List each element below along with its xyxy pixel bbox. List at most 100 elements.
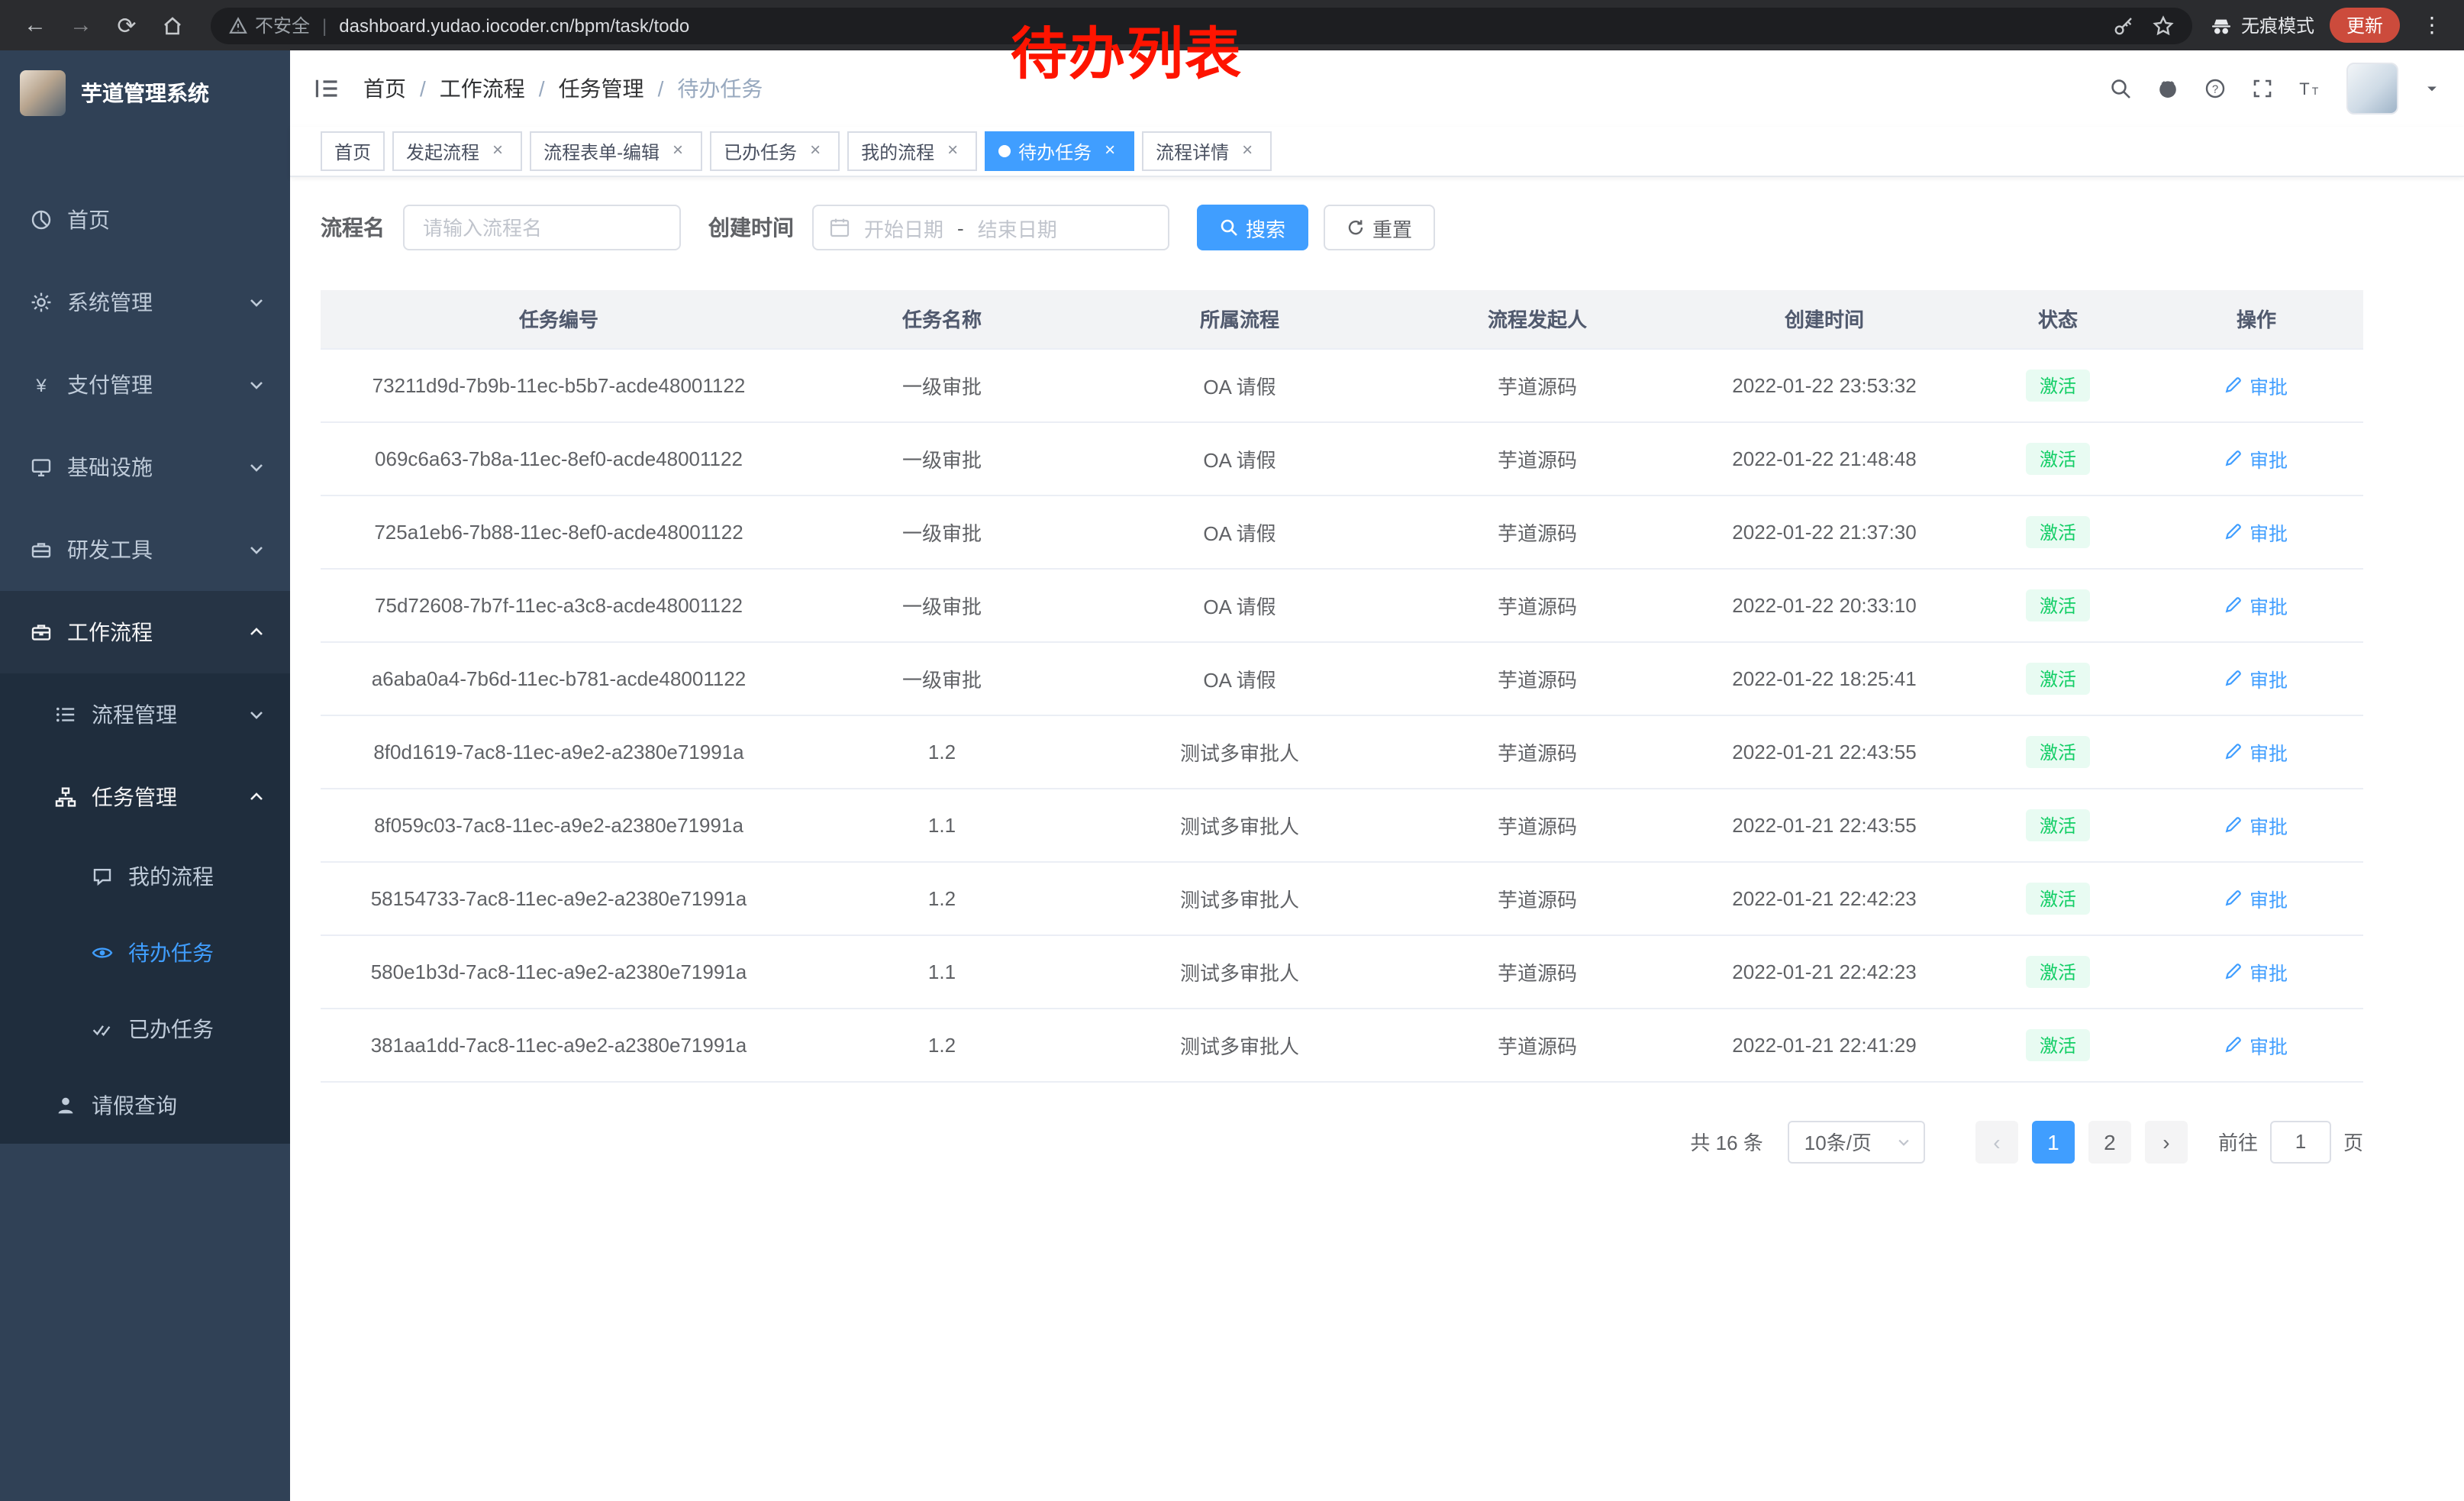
close-icon[interactable]: × — [942, 140, 963, 162]
sidebar-item-todo-tasks[interactable]: 待办任务 — [0, 915, 290, 991]
edit-pen-icon — [2225, 962, 2243, 980]
goto-page-input[interactable] — [2270, 1120, 2331, 1163]
tab-start-process[interactable]: 发起流程× — [392, 131, 522, 171]
font-size-icon[interactable]: TT — [2299, 78, 2320, 99]
approve-link[interactable]: 审批 — [2225, 957, 2288, 986]
task-name-cell: 一级审批 — [797, 641, 1087, 715]
breadcrumb-item[interactable]: 工作流程 — [440, 73, 525, 104]
reload-icon[interactable]: ⟳ — [107, 5, 147, 45]
svg-text:?: ? — [2212, 82, 2218, 95]
prev-page-button[interactable]: ‹ — [1975, 1120, 2018, 1163]
sidebar: 芋道管理系统 首页 系统管理 ¥ 支付管理 — [0, 50, 290, 1501]
created-cell: 2022-01-22 23:53:32 — [1682, 348, 1966, 421]
help-icon[interactable]: ? — [2204, 78, 2226, 99]
svg-text:T: T — [2299, 79, 2309, 98]
actions-cell: 审批 — [2150, 641, 2363, 715]
task-name-cell: 1.1 — [797, 934, 1087, 1008]
breadcrumb-item[interactable]: 任务管理 — [559, 73, 644, 104]
avatar-caret-down-icon[interactable] — [2424, 81, 2440, 96]
table-row: 58154733-7ac8-11ec-a9e2-a2380e71991a 1.2… — [321, 861, 2363, 934]
tab-done-tasks[interactable]: 已办任务× — [710, 131, 840, 171]
status-cell: 激活 — [1966, 641, 2150, 715]
sidebar-item-system[interactable]: 系统管理 — [0, 261, 290, 344]
tab-my-processes[interactable]: 我的流程× — [847, 131, 977, 171]
approve-link[interactable]: 审批 — [2225, 810, 2288, 839]
task-id-cell: 8f0d1619-7ac8-11ec-a9e2-a2380e71991a — [321, 715, 797, 788]
initiator-cell: 芋道源码 — [1392, 715, 1682, 788]
chevron-down-icon — [1896, 1134, 1911, 1149]
sidebar-item-done-tasks[interactable]: 已办任务 — [0, 991, 290, 1067]
close-icon[interactable]: × — [1099, 140, 1121, 162]
close-icon[interactable]: × — [487, 140, 508, 162]
breadcrumb-item[interactable]: 首页 — [363, 73, 406, 104]
tab-process-detail[interactable]: 流程详情× — [1142, 131, 1272, 171]
home-icon[interactable] — [153, 5, 192, 45]
initiator-cell: 芋道源码 — [1392, 1008, 1682, 1081]
status-cell: 激活 — [1966, 715, 2150, 788]
sidebar-item-task-management[interactable]: 任务管理 — [0, 756, 290, 838]
process-name-input[interactable] — [403, 205, 681, 250]
process-cell: 测试多审批人 — [1087, 934, 1392, 1008]
page-button-1[interactable]: 1 — [2032, 1120, 2075, 1163]
approve-link[interactable]: 审批 — [2225, 663, 2288, 692]
page-button-2[interactable]: 2 — [2088, 1120, 2131, 1163]
sidebar-item-leave-query[interactable]: 请假查询 — [0, 1067, 290, 1144]
created-cell: 2022-01-22 21:37:30 — [1682, 495, 1966, 568]
app-logo-row[interactable]: 芋道管理系统 — [0, 50, 290, 136]
approve-link[interactable]: 审批 — [2225, 883, 2288, 912]
approve-link[interactable]: 审批 — [2225, 1030, 2288, 1059]
search-button[interactable]: 搜索 — [1197, 205, 1308, 250]
task-id-cell: 75d72608-7b7f-11ec-a3c8-acde48001122 — [321, 568, 797, 641]
chat-icon — [92, 866, 113, 887]
edit-pen-icon — [2225, 742, 2243, 760]
sidebar-item-workflow[interactable]: 工作流程 — [0, 591, 290, 673]
tab-form-edit[interactable]: 流程表单-编辑× — [530, 131, 702, 171]
approve-link[interactable]: 审批 — [2225, 444, 2288, 473]
sidebar-item-infrastructure[interactable]: 基础设施 — [0, 426, 290, 508]
approve-link[interactable]: 审批 — [2225, 517, 2288, 546]
process-cell: 测试多审批人 — [1087, 788, 1392, 861]
reset-button[interactable]: 重置 — [1324, 205, 1435, 250]
back-icon[interactable]: ← — [15, 5, 55, 45]
approve-link[interactable]: 审批 — [2225, 370, 2288, 399]
avatar[interactable] — [2346, 63, 2398, 115]
status-cell: 激活 — [1966, 788, 2150, 861]
actions-cell: 审批 — [2150, 861, 2363, 934]
github-icon[interactable] — [2157, 78, 2179, 99]
monitor-icon — [31, 457, 52, 478]
edit-pen-icon — [2225, 815, 2243, 834]
fullscreen-icon[interactable] — [2252, 78, 2273, 99]
close-icon[interactable]: × — [805, 140, 826, 162]
sidebar-item-home[interactable]: 首页 — [0, 179, 290, 261]
date-range-picker[interactable]: 开始日期 - 结束日期 — [812, 205, 1169, 250]
briefcase-icon — [31, 621, 52, 643]
forward-icon[interactable]: → — [61, 5, 101, 45]
close-icon[interactable]: × — [1237, 140, 1258, 162]
initiator-cell: 芋道源码 — [1392, 861, 1682, 934]
search-icon[interactable] — [2110, 78, 2131, 99]
approve-link[interactable]: 审批 — [2225, 590, 2288, 619]
bookmark-star-icon[interactable] — [2153, 15, 2174, 36]
tab-todo-tasks[interactable]: 待办任务× — [985, 131, 1134, 171]
next-page-button[interactable]: › — [2145, 1120, 2188, 1163]
table-row: 8f0d1619-7ac8-11ec-a9e2-a2380e71991a 1.2… — [321, 715, 2363, 788]
page-size-select[interactable]: 10条/页 — [1788, 1120, 1925, 1163]
status-badge: 激活 — [2026, 442, 2090, 474]
initiator-cell: 芋道源码 — [1392, 934, 1682, 1008]
table-row: 8f059c03-7ac8-11ec-a9e2-a2380e71991a 1.1… — [321, 788, 2363, 861]
sidebar-item-payment[interactable]: ¥ 支付管理 — [0, 344, 290, 426]
browser-update-button[interactable]: 更新 — [2330, 8, 2400, 43]
browser-menu-icon[interactable]: ⋮ — [2415, 12, 2449, 38]
address-bar[interactable]: 不安全 | dashboard.yudao.iocoder.cn/bpm/tas… — [211, 7, 2192, 44]
approve-link[interactable]: 审批 — [2225, 737, 2288, 766]
sidebar-item-devtools[interactable]: 研发工具 — [0, 508, 290, 591]
tab-home[interactable]: 首页 — [321, 131, 385, 171]
close-icon[interactable]: × — [667, 140, 689, 162]
sidebar-collapse-icon[interactable] — [313, 76, 340, 101]
sidebar-menu: 首页 系统管理 ¥ 支付管理 基础设施 — [0, 136, 290, 1144]
task-name-cell: 1.1 — [797, 788, 1087, 861]
sidebar-item-my-processes[interactable]: 我的流程 — [0, 838, 290, 915]
sidebar-item-process-management[interactable]: 流程管理 — [0, 673, 290, 756]
key-icon[interactable] — [2113, 15, 2134, 36]
edit-pen-icon — [2225, 376, 2243, 394]
